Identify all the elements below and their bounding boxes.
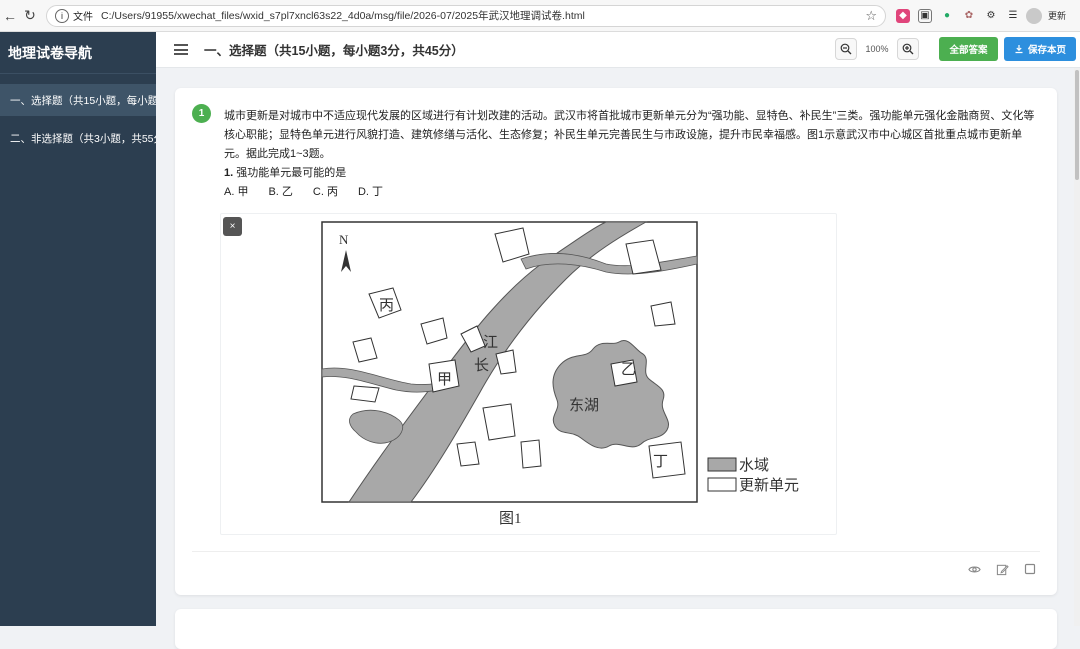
sidebar-item-nonchoice[interactable]: 二、非选择题（共3小题，共55分） (0, 122, 156, 154)
save-page-button[interactable]: 保存本页 (1004, 37, 1076, 61)
sub-question-text: 强功能单元最可能的是 (236, 167, 347, 179)
scrollbar[interactable] (1074, 68, 1080, 626)
option-b: B. 乙 (268, 186, 293, 198)
map-caption: 图1 (499, 510, 522, 527)
option-d: D. 丁 (357, 186, 384, 198)
refresh-icon[interactable]: ↻ (20, 6, 40, 26)
question-text: 城市更新是对城市中不适应现代发展的区域进行有计划改建的活动。武汉市将首批城市更新… (224, 107, 1042, 202)
close-image-button[interactable]: × (223, 217, 242, 236)
map-label-yi: 乙 (621, 362, 636, 378)
address-bar[interactable]: i 文件 C:/Users/91955/xwechat_files/wxid_s… (46, 4, 886, 27)
profile-avatar[interactable] (1026, 7, 1042, 24)
cookie-icon[interactable]: ✿ (962, 9, 976, 23)
puzzle-icon[interactable]: ⚙ (984, 9, 998, 23)
map-figure: N 丙 甲 江 长 东湖 乙 丁 水域 更新单元 图1 (220, 213, 837, 535)
download-icon (1015, 45, 1023, 54)
zoom-controls: 100% (835, 38, 919, 60)
card-divider (192, 551, 1040, 552)
sub-question: 1. 强功能单元最可能的是 (224, 164, 1042, 183)
favorites-icon[interactable]: ☰ (1006, 9, 1020, 23)
options-list: A. 甲 B. 乙 C. 丙 D. 丁 (224, 183, 1042, 202)
map-label-jia: 甲 (437, 372, 452, 388)
show-all-answers-label: 全部答案 (949, 45, 988, 56)
save-page-label: 保存本页 (1027, 45, 1066, 56)
section-title: 一、选择题（共15小题，每小题3分，共45分） (204, 44, 464, 58)
map-label-ding: 丁 (653, 454, 668, 470)
zoom-out-icon (840, 43, 852, 55)
extensions-area: ◆ ▣ ● ✿ ⚙ ☰ (896, 8, 1020, 23)
edit-icon[interactable] (995, 562, 1009, 576)
back-icon[interactable]: ← (0, 6, 20, 26)
question-card: 1 城市更新是对城市中不适应现代发展的区域进行有计划改建的活动。武汉市将首批城市… (175, 88, 1057, 595)
extension-icon[interactable]: ● (940, 9, 954, 23)
sidebar-title: 地理试卷导航 (0, 32, 156, 74)
question-number-badge: 1 (192, 104, 211, 123)
legend-water-swatch (707, 457, 737, 472)
zoom-in-icon (902, 43, 914, 55)
legend-unit-swatch (707, 477, 737, 492)
checkbox-icon[interactable] (1023, 562, 1037, 576)
map-label-donghu: 东湖 (569, 397, 599, 414)
show-all-answers-button[interactable]: 全部答案 (939, 37, 998, 61)
extension-icon[interactable]: ◆ (896, 8, 910, 23)
option-a: A. 甲 (224, 186, 249, 198)
zoom-in-button[interactable] (897, 38, 919, 60)
update-button[interactable]: 更新 (1048, 9, 1066, 22)
question-stem: 城市更新是对城市中不适应现代发展的区域进行有计划改建的活动。武汉市将首批城市更新… (224, 110, 1035, 160)
address-scheme: 文件 (73, 12, 93, 23)
next-question-card (175, 609, 1057, 649)
map-label-bing: 丙 (379, 298, 394, 314)
info-icon[interactable]: i (55, 8, 69, 23)
sidebar: 地理试卷导航 一、选择题（共15小题，每小题3分，共45分） 二、非选择题（共3… (0, 32, 156, 626)
option-c: C. 丙 (312, 186, 338, 198)
zoom-out-button[interactable] (835, 38, 857, 60)
bookmark-star-icon[interactable]: ☆ (865, 8, 877, 24)
top-bar: 一、选择题（共15小题，每小题3分，共45分） 100% 全部答案 保存本页 (156, 32, 1080, 68)
legend-unit-label: 更新单元 (739, 477, 799, 494)
eye-icon[interactable] (967, 562, 981, 576)
sidebar-item-choice[interactable]: 一、选择题（共15小题，每小题3分，共45分） (0, 84, 156, 116)
north-label: N (339, 232, 349, 247)
map-svg: N 丙 甲 江 长 东湖 乙 丁 水域 更新单元 图1 (321, 221, 799, 527)
zoom-level: 100% (865, 44, 889, 54)
sub-question-number: 1. (224, 167, 234, 179)
address-url[interactable]: C:/Users/91955/xwechat_files/wxid_s7pl7x… (101, 8, 585, 23)
main-content: 1 城市更新是对城市中不适应现代发展的区域进行有计划改建的活动。武汉市将首批城市… (156, 68, 1080, 649)
scrollbar-thumb[interactable] (1075, 70, 1079, 180)
map-label-jiang: 江 (483, 334, 498, 351)
legend-water-label: 水域 (739, 457, 769, 474)
card-tools (967, 562, 1037, 576)
menu-icon[interactable] (174, 44, 188, 55)
extension-icon[interactable]: ▣ (918, 8, 932, 23)
browser-toolbar: ← ↻ i 文件 C:/Users/91955/xwechat_files/wx… (0, 0, 1080, 32)
map-label-chang: 长 (474, 357, 489, 374)
